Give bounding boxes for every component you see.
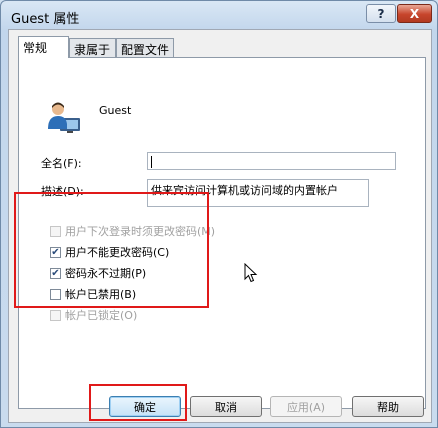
option-account-locked: 帐户已锁定(O) (50, 307, 137, 323)
full-name-input[interactable] (147, 152, 396, 170)
help-button[interactable]: 帮助 (352, 396, 424, 417)
title-help-button[interactable]: ? (366, 4, 396, 23)
account-locked-checkbox (50, 309, 61, 321)
tab-profile[interactable]: 配置文件 (116, 38, 174, 58)
options-highlight-box (14, 192, 209, 308)
full-name-label: 全名(F): (41, 157, 82, 170)
cancel-button[interactable]: 取消 (190, 396, 262, 417)
title-close-button[interactable]: X (397, 4, 432, 23)
tab-member-of[interactable]: 隶属于 (69, 38, 116, 58)
ok-highlight-box (89, 384, 187, 421)
tab-general[interactable]: 常规 (18, 36, 69, 58)
user-account-icon (48, 102, 80, 133)
text-caret (151, 156, 152, 168)
username-label: Guest (99, 104, 132, 117)
mouse-pointer-icon (244, 263, 258, 283)
apply-button: 应用(A) (270, 396, 342, 417)
account-locked-label: 帐户已锁定(O) (65, 309, 138, 322)
properties-window: Guest 属性 ? X 常规 隶属于 配置文件 Guest 全名(F): 描述… (0, 0, 438, 428)
window-title: Guest 属性 (11, 12, 80, 27)
